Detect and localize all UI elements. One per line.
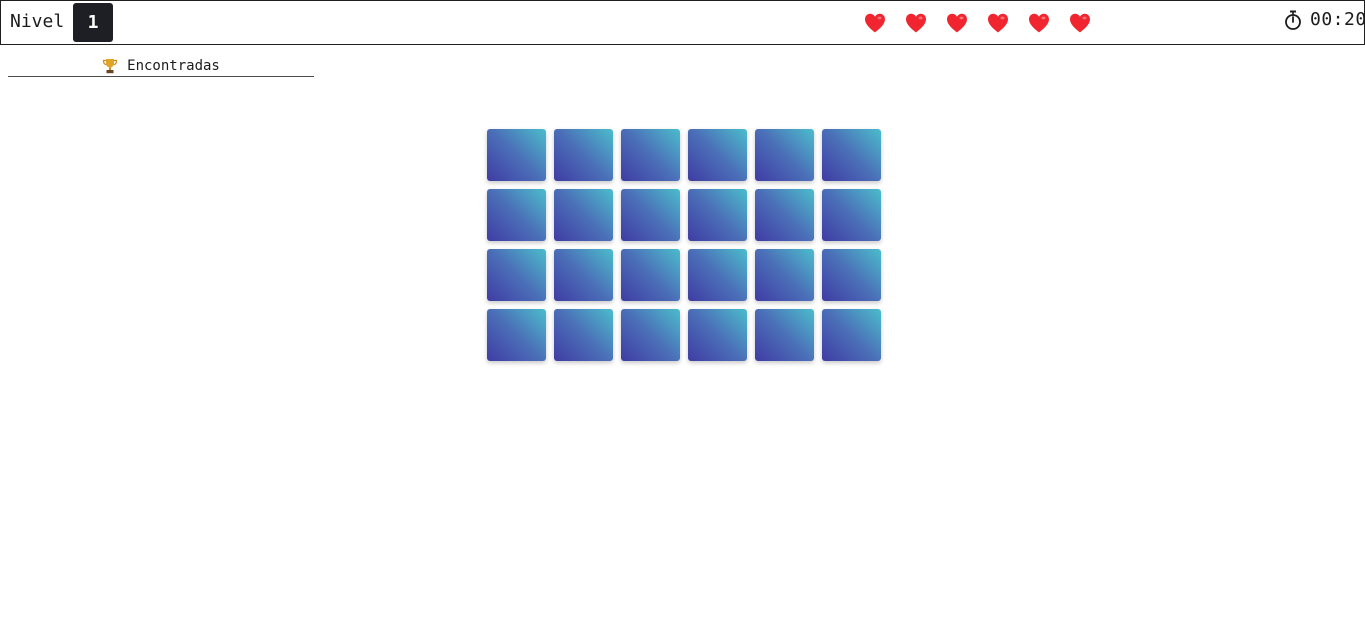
- card-board: [487, 129, 881, 361]
- memory-card[interactable]: [487, 249, 546, 301]
- memory-card[interactable]: [621, 129, 680, 181]
- level-badge: 1: [73, 3, 113, 42]
- memory-card[interactable]: [822, 309, 881, 361]
- heart-icon: [906, 13, 926, 33]
- memory-card[interactable]: [755, 129, 814, 181]
- memory-card[interactable]: [822, 249, 881, 301]
- memory-card[interactable]: [621, 309, 680, 361]
- memory-card[interactable]: [688, 309, 747, 361]
- memory-card[interactable]: [554, 309, 613, 361]
- lives: [863, 11, 1092, 35]
- top-bar: Nivel 1 00:20: [0, 0, 1365, 45]
- memory-card[interactable]: [621, 249, 680, 301]
- memory-card[interactable]: [554, 189, 613, 241]
- memory-card[interactable]: [554, 129, 613, 181]
- memory-card[interactable]: [688, 249, 747, 301]
- memory-card[interactable]: [621, 189, 680, 241]
- memory-card[interactable]: [755, 189, 814, 241]
- memory-card[interactable]: [822, 189, 881, 241]
- timer: 00:20: [1284, 10, 1365, 30]
- memory-card[interactable]: [487, 189, 546, 241]
- memory-card[interactable]: [487, 129, 546, 181]
- trophy-icon: [103, 59, 118, 74]
- memory-card[interactable]: [822, 129, 881, 181]
- heart-icon: [1070, 13, 1090, 33]
- timer-value: 00:20: [1310, 9, 1365, 30]
- memory-card[interactable]: [688, 129, 747, 181]
- found-label: Encontradas: [127, 58, 220, 74]
- memory-card[interactable]: [688, 189, 747, 241]
- heart-icon: [865, 13, 885, 33]
- level-label: Nivel: [10, 11, 65, 32]
- heart-icon: [1029, 13, 1049, 33]
- memory-card[interactable]: [755, 249, 814, 301]
- memory-card[interactable]: [487, 309, 546, 361]
- found-pairs-header: Encontradas: [8, 56, 314, 77]
- heart-icon: [947, 13, 967, 33]
- heart-icon: [988, 13, 1008, 33]
- stopwatch-icon: [1285, 10, 1301, 30]
- memory-card[interactable]: [755, 309, 814, 361]
- memory-card[interactable]: [554, 249, 613, 301]
